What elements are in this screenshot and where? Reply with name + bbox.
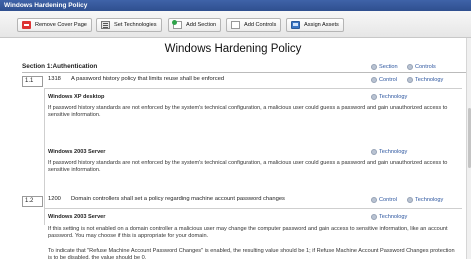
assets-icon	[291, 21, 300, 29]
document-view: Windows Hardening Policy Section 1:Authe…	[0, 38, 466, 259]
control-link[interactable]: Control	[371, 77, 397, 83]
indent-line	[44, 88, 45, 225]
control-link-icon	[371, 77, 377, 83]
add-section-button[interactable]: Add Section	[168, 18, 222, 32]
control-link-label: Control	[379, 197, 398, 203]
technology-text: If password history standards are not en…	[48, 160, 448, 174]
technology-link-label: Technology	[379, 214, 408, 220]
set-technologies-label: Set Technologies	[114, 22, 157, 28]
technology-text: If this setting is not enabled on a doma…	[48, 226, 448, 240]
technology-link-label: Technology	[415, 77, 444, 83]
technology-text: To indicate that "Refuse Machine Account…	[48, 248, 455, 259]
assign-assets-label: Assign Assets	[304, 22, 339, 28]
control-number: 1318	[48, 76, 61, 82]
set-technologies-button[interactable]: Set Technologies	[96, 18, 162, 32]
add-controls-icon	[231, 21, 240, 29]
row-divider	[44, 208, 462, 209]
control-index: 1.2	[25, 198, 34, 204]
controls-link[interactable]: Controls	[407, 64, 436, 70]
add-controls-label: Add Controls	[244, 22, 277, 28]
control-link[interactable]: Control	[371, 197, 397, 203]
technology-link-icon	[371, 94, 377, 100]
control-description: Domain controllers shall set a policy re…	[71, 196, 285, 202]
control-link-icon	[371, 197, 377, 203]
section-link[interactable]: Section	[371, 64, 398, 70]
toolbar: Remove Cover Page Set Technologies Add S…	[0, 11, 471, 38]
section-link-label: Section	[379, 64, 398, 70]
vertical-scrollbar[interactable]	[466, 38, 471, 259]
technology-link[interactable]: Technology	[371, 94, 407, 100]
technology-link-icon	[371, 214, 377, 220]
technology-name: Windows 2003 Server	[48, 214, 106, 220]
add-section-label: Add Section	[186, 22, 217, 28]
section-link-icon	[371, 64, 377, 70]
control-number: 1200	[48, 196, 61, 202]
technology-link-icon	[407, 77, 413, 83]
technologies-icon	[101, 21, 110, 29]
control-link-label: Control	[379, 77, 398, 83]
technology-name: Windows 2003 Server	[48, 149, 106, 155]
section-divider	[22, 72, 466, 73]
technology-link[interactable]: Technology	[407, 197, 443, 203]
window-title: Windows Hardening Policy	[0, 0, 471, 11]
section-header: Section 1:Authentication	[22, 62, 466, 73]
section-heading: Section 1:Authentication	[22, 63, 98, 70]
control-index-box: 1.1	[22, 76, 43, 87]
assign-assets-button[interactable]: Assign Assets	[286, 18, 344, 32]
technology-link-icon	[407, 197, 413, 203]
technology-name: Windows XP desktop	[48, 94, 105, 100]
technology-link-icon	[371, 149, 377, 155]
technology-text: If password history standards are not en…	[48, 105, 448, 119]
technology-link-label: Technology	[379, 94, 408, 100]
technology-link-label: Technology	[379, 149, 408, 155]
row-divider	[44, 88, 462, 89]
control-description: A password history policy that limits re…	[71, 76, 225, 82]
controls-link-label: Controls	[415, 64, 436, 70]
control-index: 1.1	[25, 78, 34, 84]
technology-link[interactable]: Technology	[371, 214, 407, 220]
control-index-box: 1.2	[22, 196, 43, 207]
remove-cover-page-label: Remove Cover Page	[35, 22, 87, 28]
remove-cover-page-button[interactable]: Remove Cover Page	[17, 18, 92, 32]
add-section-icon	[172, 20, 182, 29]
technology-link[interactable]: Technology	[371, 149, 407, 155]
control-row: 1200 Domain controllers shall set a poli…	[48, 196, 368, 204]
document-title: Windows Hardening Policy	[164, 43, 302, 55]
controls-link-icon	[407, 64, 413, 70]
technology-link-label: Technology	[415, 197, 444, 203]
technology-link[interactable]: Technology	[407, 77, 443, 83]
add-controls-button[interactable]: Add Controls	[226, 18, 282, 32]
remove-icon	[22, 21, 31, 29]
control-row: 1318 A password history policy that limi…	[48, 76, 348, 84]
